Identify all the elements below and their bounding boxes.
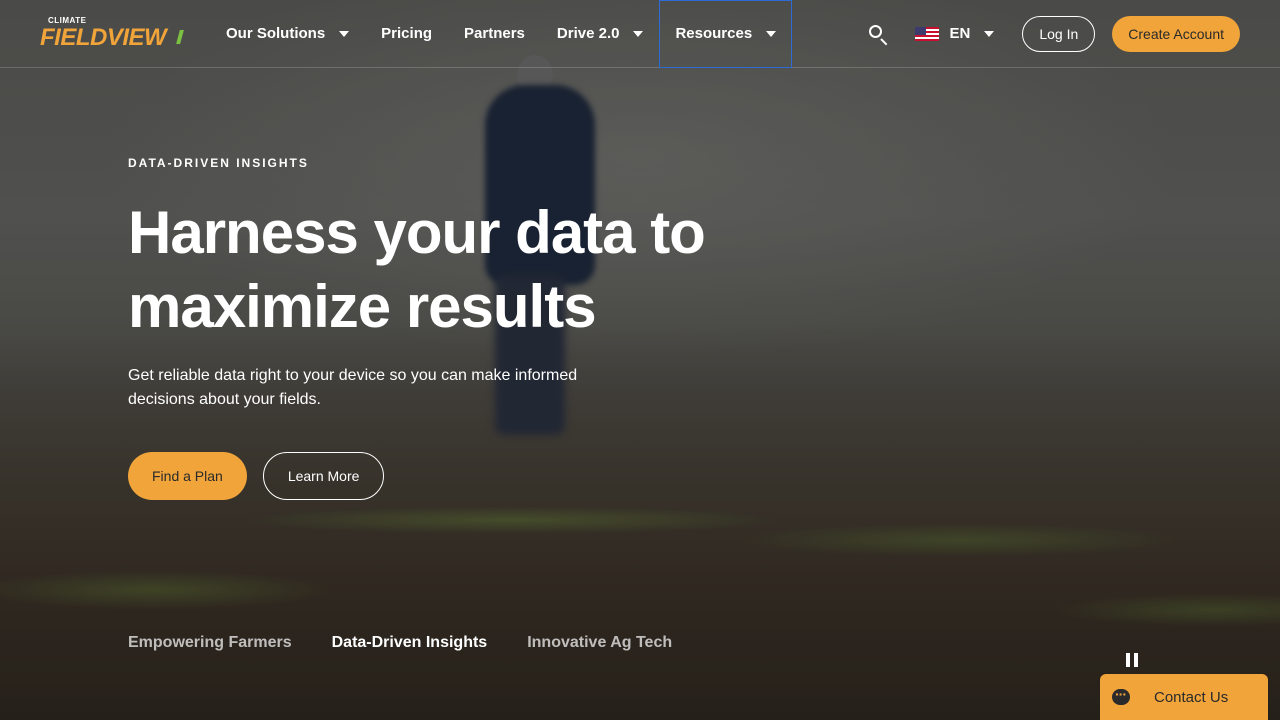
nav-drive[interactable]: Drive 2.0: [541, 0, 660, 68]
chevron-down-icon: [984, 30, 995, 37]
slide-tab-empowering-farmers[interactable]: Empowering Farmers: [128, 634, 292, 652]
fieldview-logo[interactable]: CLIMATE FIELDVIEW: [40, 16, 184, 52]
slide-tabs: Empowering Farmers Data-Driven Insights …: [128, 634, 712, 652]
learn-more-button[interactable]: Learn More: [262, 452, 385, 500]
main-nav: Our Solutions Pricing Partners Drive 2.0…: [210, 0, 793, 68]
contact-label: Contact Us: [1154, 688, 1229, 706]
us-flag-icon: [915, 26, 940, 41]
language-selector[interactable]: EN: [915, 25, 995, 42]
login-button[interactable]: Log In: [1022, 15, 1096, 52]
nav-partners[interactable]: Partners: [448, 0, 541, 68]
nav-label: Our Solutions: [226, 25, 326, 42]
logo-wordmark: FIELDVIEW: [40, 23, 167, 51]
hero-eyebrow: DATA-DRIVEN INSIGHTS: [128, 156, 309, 170]
slide-tab-data-driven-insights[interactable]: Data-Driven Insights: [332, 634, 488, 652]
slide-tab-innovative-ag-tech[interactable]: Innovative Ag Tech: [527, 634, 672, 652]
chevron-down-icon: [339, 30, 350, 37]
pause-icon[interactable]: [1126, 653, 1138, 667]
nav-pricing[interactable]: Pricing: [365, 0, 448, 68]
nav-label: Drive 2.0: [556, 25, 620, 42]
site-header: CLIMATE FIELDVIEW Our Solutions Pricing …: [0, 0, 1280, 68]
nav-resources[interactable]: Resources: [659, 0, 793, 68]
chat-icon: [1112, 686, 1130, 705]
chevron-down-icon: [633, 30, 644, 37]
language-code: EN: [949, 25, 971, 42]
create-account-button[interactable]: Create Account: [1112, 15, 1240, 52]
nav-our-solutions[interactable]: Our Solutions: [210, 0, 365, 68]
find-plan-button[interactable]: Find a Plan: [128, 452, 247, 500]
chevron-down-icon: [766, 30, 777, 37]
hero-headline: Harness your data to maximize results: [128, 199, 706, 340]
hero-subtext: Get reliable data right to your device s…: [128, 367, 578, 408]
nav-label: Pricing: [381, 25, 433, 42]
nav-label: Partners: [464, 25, 525, 42]
header-tools: EN Log In Create Account: [867, 15, 1240, 52]
hero-overlay: [0, 0, 1280, 720]
search-icon[interactable]: [867, 23, 889, 45]
contact-us-button[interactable]: Contact Us: [1100, 674, 1268, 720]
hero-cta-row: Find a Plan Learn More: [128, 452, 385, 500]
nav-label: Resources: [675, 25, 753, 42]
logo-accent: [176, 29, 184, 44]
